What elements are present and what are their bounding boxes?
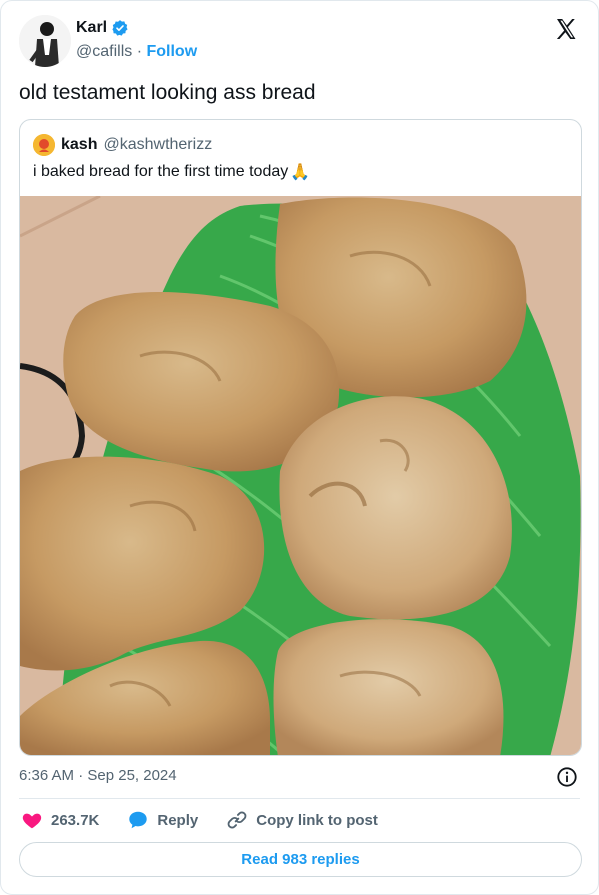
like-count: 263.7K [51, 811, 100, 829]
pray-emoji: 🙏 [290, 164, 311, 181]
quoted-avatar[interactable] [33, 134, 55, 156]
tweet-text: old testament looking ass bread [19, 81, 316, 104]
verified-badge-icon [112, 20, 128, 36]
author-handle[interactable]: @cafills [76, 43, 132, 60]
separator-dot: · [136, 43, 143, 60]
link-icon [227, 811, 247, 829]
author-name[interactable]: Karl [76, 19, 107, 37]
quoted-author-handle[interactable]: @kashwtherizz [103, 136, 212, 154]
heart-icon [22, 813, 42, 829]
quoted-header: kash @kashwtherizz [33, 134, 212, 156]
reply-button[interactable]: Reply [127, 809, 198, 831]
copy-link-button[interactable]: Copy link to post [226, 809, 378, 831]
follow-button[interactable]: Follow [146, 43, 197, 60]
tweet-card: Karl @cafills · Follow old testament loo… [0, 0, 599, 895]
like-button[interactable]: 263.7K [21, 809, 99, 831]
quoted-text-row: i baked bread for the first time today 🙏 [33, 162, 310, 182]
read-replies-button[interactable]: Read 983 replies [19, 842, 582, 877]
reply-bubble-icon [129, 811, 148, 829]
author-avatar[interactable] [19, 15, 71, 67]
info-icon[interactable] [556, 766, 578, 788]
author-handle-row: @cafills · Follow [76, 43, 197, 61]
copy-link-label: Copy link to post [256, 811, 378, 829]
quoted-text: i baked bread for the first time today [33, 163, 289, 180]
quoted-author-name[interactable]: kash [61, 136, 97, 154]
action-bar: 263.7K Reply Copy link to post [21, 807, 406, 833]
tweet-header: Karl @cafills · Follow [19, 15, 584, 69]
bread-photo[interactable] [20, 196, 582, 756]
x-logo-icon[interactable] [554, 17, 578, 41]
reply-label: Reply [157, 811, 199, 829]
divider [19, 798, 580, 799]
tweet-timestamp[interactable]: 6:36 AM · Sep 25, 2024 [19, 767, 177, 784]
quoted-tweet[interactable]: kash @kashwtherizz i baked bread for the… [19, 119, 582, 756]
